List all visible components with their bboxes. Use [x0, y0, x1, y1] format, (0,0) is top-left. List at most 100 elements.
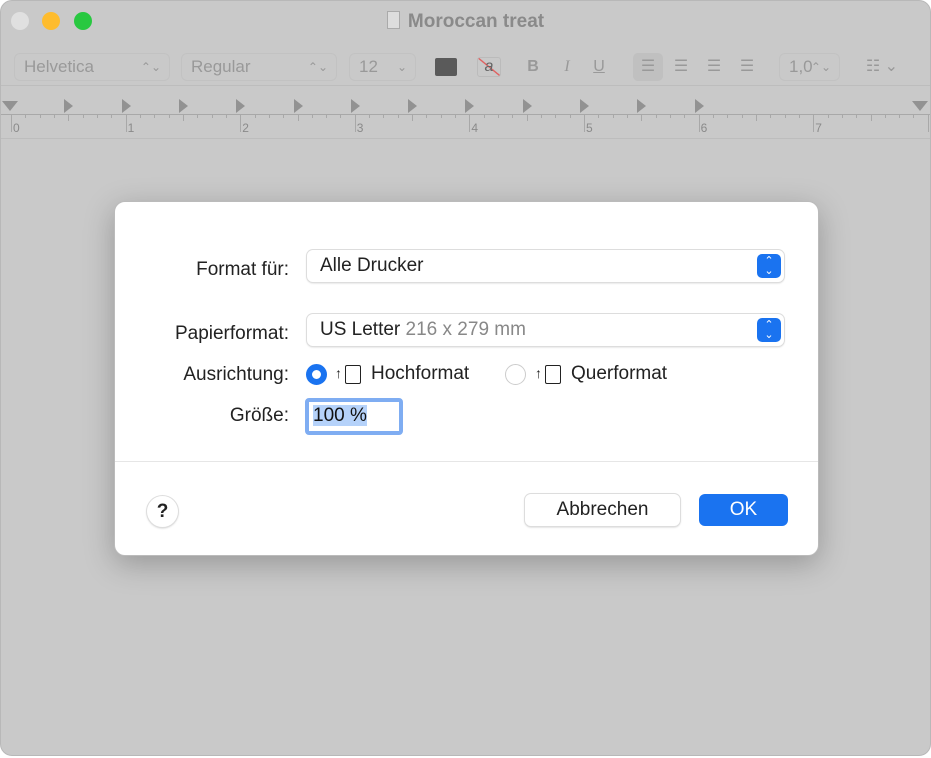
ruler-tick: [612, 114, 614, 118]
font-style-select[interactable]: Regular ⌃⌄: [181, 53, 337, 81]
ruler[interactable]: 012345678: [1, 93, 930, 137]
ruler-tick: [268, 114, 270, 118]
ruler-tick: [25, 114, 27, 118]
portrait-radio[interactable]: [306, 364, 327, 385]
tab-stop-marker[interactable]: [465, 99, 475, 113]
page-setup-dialog: Format für: Alle Drucker ⌃ ⌄ Papierformat:…: [114, 201, 819, 556]
ruler-tick: [39, 114, 41, 118]
ruler-tick: [96, 114, 98, 118]
tab-stop-marker[interactable]: [637, 99, 647, 113]
ruler-tick: [111, 114, 113, 118]
ruler-tick: [412, 114, 414, 121]
format-for-value: Alle Drucker: [320, 255, 424, 276]
ruler-label: 4: [471, 121, 479, 135]
ruler-tick: [168, 114, 170, 118]
text-color-swatch[interactable]: [435, 58, 457, 76]
tab-stop-marker[interactable]: [293, 99, 303, 113]
tab-stop-marker[interactable]: [580, 99, 589, 113]
updown-icon: ⌃⌄: [757, 318, 781, 342]
ruler-tick: [297, 114, 299, 121]
landscape-icon: [545, 365, 561, 384]
paper-dimensions: 216 x 279 mm: [405, 319, 526, 340]
tab-stop-marker[interactable]: [178, 99, 188, 113]
ruler-tick: [498, 114, 500, 118]
ruler-tick: [354, 114, 356, 132]
ruler-tick: [641, 114, 643, 121]
ruler-tick: [841, 114, 843, 118]
ruler-tick: [254, 114, 256, 118]
left-margin-marker[interactable]: [2, 101, 18, 111]
ruler-tick: [526, 114, 528, 121]
ruler-tick: [856, 114, 858, 118]
tab-stop-marker[interactable]: [236, 99, 246, 113]
dialog-divider: [115, 461, 818, 462]
tab-stop-marker[interactable]: [522, 99, 532, 113]
updown-icon: ⌃⌄: [757, 254, 781, 278]
help-button[interactable]: ?: [147, 496, 178, 527]
align-center-icon[interactable]: ☰: [666, 53, 696, 81]
ruler-tick: [483, 114, 485, 118]
right-margin-marker[interactable]: [911, 101, 928, 111]
ruler-tick: [626, 114, 628, 118]
underline-button[interactable]: U: [589, 53, 609, 81]
line-spacing-value: 1,0: [789, 57, 813, 76]
chevron-down-icon: ⌄: [396, 60, 407, 74]
ruler-tick: [784, 114, 786, 118]
ruler-tick: [139, 114, 141, 118]
ruler-label: 2: [242, 121, 249, 135]
ruler-tick: [68, 114, 70, 121]
ruler-tick: [741, 114, 743, 118]
ruler-tick: [727, 114, 729, 118]
up-arrow-icon: ↑: [535, 365, 542, 381]
tab-stop-marker[interactable]: [121, 99, 131, 113]
ruler-tick: [541, 114, 543, 118]
line-spacing-select[interactable]: 1,0 ⌃⌄: [779, 53, 840, 81]
tab-stop-marker[interactable]: [694, 99, 704, 113]
ruler-tick: [827, 114, 829, 118]
paper-size-popup[interactable]: US Letter 216 x 279 mm ⌃ ⌄: [307, 314, 784, 346]
ruler-tick: [512, 114, 514, 118]
justify-icon[interactable]: ☰: [732, 53, 762, 81]
align-left-icon[interactable]: ☰: [633, 53, 663, 81]
tab-stop-marker[interactable]: [350, 99, 360, 113]
ruler-tick: [182, 114, 184, 121]
font-size-combo[interactable]: 12 ⌄: [349, 53, 416, 81]
ruler-tick: [684, 114, 686, 118]
ruler-label: 3: [356, 121, 364, 135]
ruler-tick: [440, 114, 442, 118]
bold-button[interactable]: B: [523, 53, 543, 81]
tab-stop-marker[interactable]: [64, 99, 74, 113]
ruler-divider: [1, 138, 930, 139]
ok-button[interactable]: OK: [699, 494, 788, 526]
ruler-tick: [598, 114, 600, 118]
ruler-tick: [569, 114, 571, 118]
ruler-tick: [669, 114, 671, 118]
landscape-radio[interactable]: [505, 364, 526, 385]
ruler-tick: [755, 114, 757, 121]
ruler-tick: [197, 114, 199, 118]
ruler-tick: [369, 114, 371, 118]
ruler-tick: [211, 114, 213, 118]
ruler-tick: [311, 114, 313, 118]
window-title: Moroccan treat: [1, 11, 930, 33]
highlight-color-icon[interactable]: a: [477, 57, 501, 77]
ruler-tick: [798, 114, 800, 118]
ruler-tick: [555, 114, 557, 118]
format-for-popup[interactable]: Alle Drucker ⌃ ⌄: [307, 250, 784, 282]
ruler-tick: [82, 114, 84, 118]
tab-stop-marker[interactable]: [408, 99, 418, 113]
list-icon[interactable]: ☷ ⌄: [857, 53, 907, 81]
ruler-tick: [770, 114, 772, 118]
ruler-tick: [53, 114, 55, 118]
ruler-tick: [884, 114, 886, 118]
ruler-tick: [913, 114, 915, 118]
ruler-label: 0: [13, 121, 20, 135]
scale-input[interactable]: 100 %: [305, 398, 403, 435]
ruler-tick: [899, 114, 901, 118]
cancel-button[interactable]: Abbrechen: [525, 494, 680, 526]
align-right-icon[interactable]: ☰: [699, 53, 729, 81]
ruler-tick: [240, 114, 242, 132]
italic-button[interactable]: I: [557, 53, 577, 81]
font-family-select[interactable]: Helvetica ⌃⌄: [14, 53, 170, 81]
ruler-tick: [655, 114, 657, 118]
